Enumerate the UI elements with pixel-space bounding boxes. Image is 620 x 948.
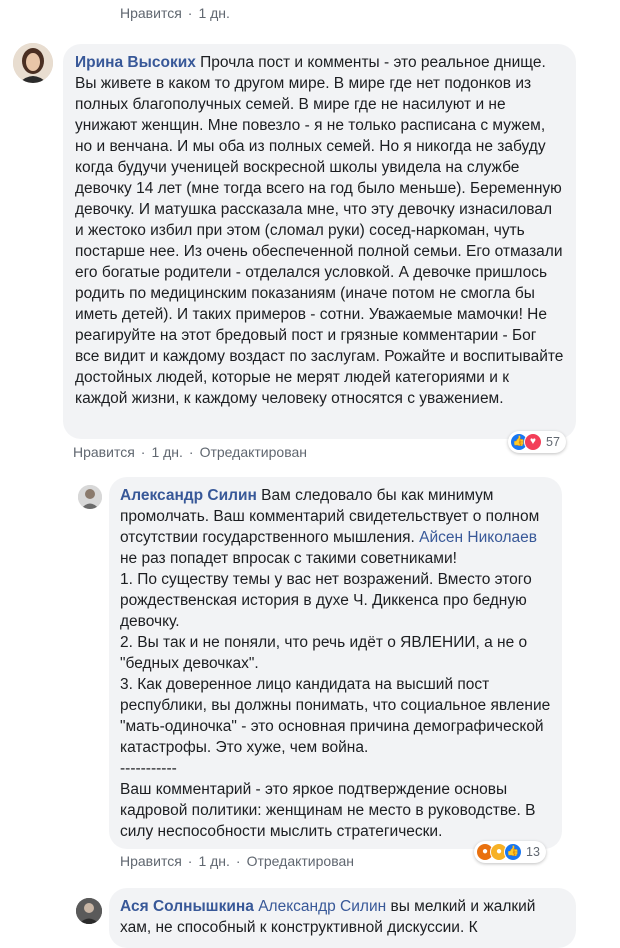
comment-timestamp[interactable]: 1 дн. — [151, 444, 182, 460]
reply-actions: Нравится · 1 дн. · Отредактирован — [120, 853, 354, 869]
avatar-image — [13, 43, 53, 83]
reactions-count: 57 — [546, 435, 560, 449]
comment-bubble: Ирина Высоких Прочла пост и комменты - э… — [63, 44, 576, 439]
comment-body: Прочла пост и комменты - это реальное дн… — [75, 54, 564, 407]
edited-label[interactable]: Отредактирован — [200, 444, 307, 460]
reply-body-2: не раз попадет впросак с такими советник… — [120, 550, 551, 840]
comment-author[interactable]: Ирина Высоких — [75, 54, 196, 71]
like-link[interactable]: Нравится — [120, 853, 182, 869]
avatar[interactable] — [76, 898, 102, 924]
like-link[interactable]: Нравится — [120, 5, 182, 21]
top-comment-actions: Нравится · 1 дн. — [120, 5, 230, 21]
mention-link[interactable]: Александр Силин — [258, 898, 386, 915]
reply-author[interactable]: Александр Силин — [120, 487, 257, 504]
separator-dot: · — [140, 444, 146, 460]
reply-bubble: Ася Солнышкина Александр Силин вы мелкий… — [109, 888, 576, 948]
comment-actions: Нравится · 1 дн. · Отредактирован — [73, 444, 307, 460]
separator-dot: · — [187, 5, 193, 21]
avatar-image — [76, 898, 102, 924]
edited-label[interactable]: Отредактирован — [247, 853, 354, 869]
separator-dot: · — [188, 444, 194, 460]
reply-text: Александр Силин Вам следовало бы как мин… — [120, 485, 551, 842]
reply-author[interactable]: Ася Солнышкина — [120, 898, 254, 915]
reply-bubble: Александр Силин Вам следовало бы как мин… — [109, 477, 562, 849]
love-reaction-icon: ♥ — [524, 433, 542, 451]
reactions-count: 13 — [526, 845, 540, 859]
reactions-summary[interactable]: 👍 ♥ 57 — [508, 431, 566, 453]
avatar-image — [78, 485, 102, 509]
avatar[interactable] — [78, 485, 102, 509]
reply-text: Ася Солнышкина Александр Силин вы мелкий… — [120, 896, 565, 938]
mention-link[interactable]: Айсен Николаев — [419, 529, 537, 546]
comment-text: Ирина Высоких Прочла пост и комменты - э… — [75, 52, 564, 409]
avatar[interactable] — [13, 43, 53, 83]
separator-dot: · — [235, 853, 241, 869]
reactions-summary[interactable]: ● ● 👍 13 — [474, 841, 546, 863]
like-link[interactable]: Нравится — [73, 444, 135, 460]
comment-timestamp[interactable]: 1 дн. — [198, 853, 229, 869]
separator-dot: · — [187, 853, 193, 869]
like-reaction-icon: 👍 — [504, 843, 522, 861]
comment-timestamp[interactable]: 1 дн. — [198, 5, 229, 21]
